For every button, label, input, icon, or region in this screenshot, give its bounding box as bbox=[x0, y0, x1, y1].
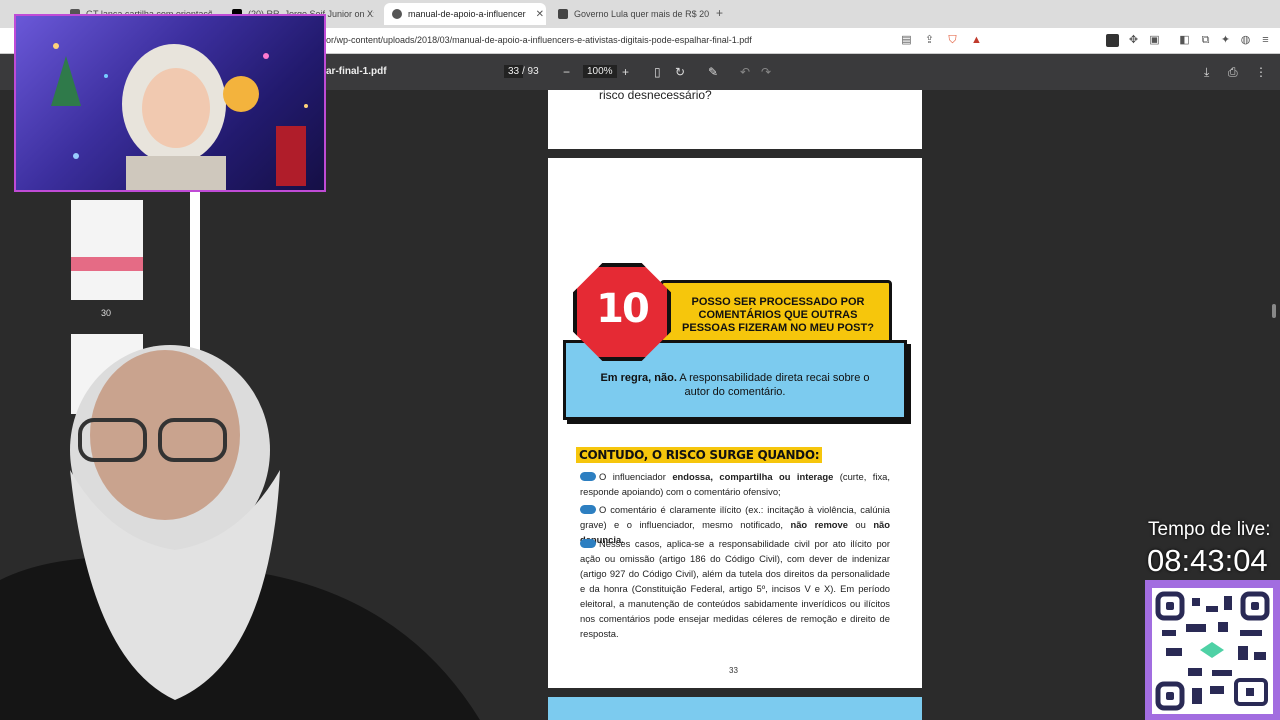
brave-rewards-icon[interactable]: ▲ bbox=[970, 34, 983, 47]
annotate-icon[interactable]: ✎ bbox=[708, 65, 718, 79]
undo-icon[interactable]: ↶ bbox=[740, 65, 750, 79]
legal-paragraph: Nesses casos, aplica-se a responsabilida… bbox=[580, 536, 890, 641]
share-icon[interactable]: ⇪ bbox=[923, 34, 936, 47]
scrollbar-thumb[interactable] bbox=[1272, 304, 1276, 318]
risk-bold: não remove bbox=[790, 519, 848, 530]
wallet-icon[interactable]: ▣ bbox=[1148, 34, 1161, 47]
url-text[interactable]: or/wp-content/uploads/2018/03/manual-de-… bbox=[326, 35, 752, 45]
reader-mode-icon[interactable]: ▤ bbox=[900, 34, 913, 47]
previous-page-text: risco desnecessário? bbox=[599, 88, 712, 102]
risk-bold: endossa, compartilha ou interage bbox=[672, 471, 834, 482]
pdf-filename: ar-final-1.pdf bbox=[326, 66, 387, 77]
webcam-overlay-bottom bbox=[0, 340, 480, 720]
zoom-level-input[interactable]: 100% bbox=[583, 65, 617, 78]
tab-search-icon[interactable]: ⧉ bbox=[1199, 34, 1212, 47]
more-options-icon[interactable]: ⋮ bbox=[1255, 65, 1267, 79]
zoom-in-icon[interactable]: + bbox=[622, 65, 629, 79]
close-tab-icon[interactable]: ✕ bbox=[536, 9, 544, 20]
webcam-video-image bbox=[0, 345, 480, 720]
webcam-overlay-top bbox=[14, 14, 326, 192]
fit-page-icon[interactable]: ▯ bbox=[654, 65, 661, 79]
risk-heading: CONTUDO, O RISCO SURGE QUANDO: bbox=[576, 447, 823, 463]
rotate-icon[interactable]: ↻ bbox=[675, 65, 685, 79]
qr-code bbox=[1152, 588, 1273, 714]
download-icon[interactable]: ⤓ bbox=[1204, 65, 1209, 80]
qr-code-icon bbox=[1155, 591, 1270, 711]
tab-title: manual-de-apoio-a-influencer bbox=[408, 9, 526, 19]
pointing-hand-icon bbox=[580, 539, 596, 548]
tab-favicon-icon bbox=[558, 9, 568, 19]
zoom-out-icon[interactable]: − bbox=[563, 65, 570, 79]
risk-text: O influenciador bbox=[599, 471, 673, 482]
answer-rest: A responsabilidade direta recai sobre o … bbox=[676, 372, 870, 398]
leo-ai-icon[interactable]: ✦ bbox=[1219, 34, 1232, 47]
risk-text: ou bbox=[847, 519, 874, 530]
live-timer-value: 08:43:04 bbox=[1147, 543, 1268, 578]
total-pages: / 93 bbox=[522, 66, 539, 77]
pointing-hand-icon bbox=[580, 505, 596, 514]
tab-title: Governo Lula quer mais de R$ 20 bbox=[574, 9, 710, 19]
page-thumbnail[interactable] bbox=[71, 200, 143, 300]
tab-manual-pdf[interactable]: manual-de-apoio-a-influencer ✕ bbox=[384, 3, 546, 25]
webcam-video-image bbox=[51, 43, 308, 190]
extensions-puzzle-icon[interactable]: ✥ bbox=[1127, 34, 1140, 47]
next-page bbox=[548, 697, 922, 720]
globe-icon bbox=[392, 9, 402, 19]
page-footer-number: 33 bbox=[729, 666, 738, 675]
risk-item: O influenciador endossa, compartilha ou … bbox=[580, 469, 890, 499]
vpn-icon[interactable]: ◍ bbox=[1239, 34, 1252, 47]
redo-icon[interactable]: ↷ bbox=[761, 65, 771, 79]
print-icon[interactable]: ⎙ bbox=[1228, 65, 1238, 80]
menu-icon[interactable]: ≡ bbox=[1259, 34, 1272, 47]
badge-number: 10 bbox=[596, 286, 650, 332]
answer-text: Em regra, não. A responsabilidade direta… bbox=[590, 371, 880, 399]
legal-text: Nesses casos, aplica-se a responsabilida… bbox=[580, 538, 890, 639]
live-timer-label: Tempo de live: bbox=[1148, 519, 1271, 540]
pointing-hand-icon bbox=[580, 472, 596, 481]
page-number-input[interactable]: 33 bbox=[504, 65, 524, 78]
tab-governo-lula[interactable]: Governo Lula quer mais de R$ 20 bbox=[550, 3, 710, 25]
brave-shield-icon[interactable]: ⛉ bbox=[946, 34, 959, 47]
question-title: POSSO SER PROCESSADO POR COMENTÁRIOS QUE… bbox=[682, 296, 874, 334]
sidebar-toggle-icon[interactable]: ◧ bbox=[1178, 34, 1191, 47]
extension-icon[interactable] bbox=[1106, 34, 1119, 47]
answer-bold: Em regra, não. bbox=[600, 372, 677, 384]
thumbnail-highlight bbox=[71, 257, 143, 271]
new-tab-icon[interactable]: + bbox=[716, 6, 723, 20]
thumbnail-page-number: 30 bbox=[101, 308, 112, 318]
